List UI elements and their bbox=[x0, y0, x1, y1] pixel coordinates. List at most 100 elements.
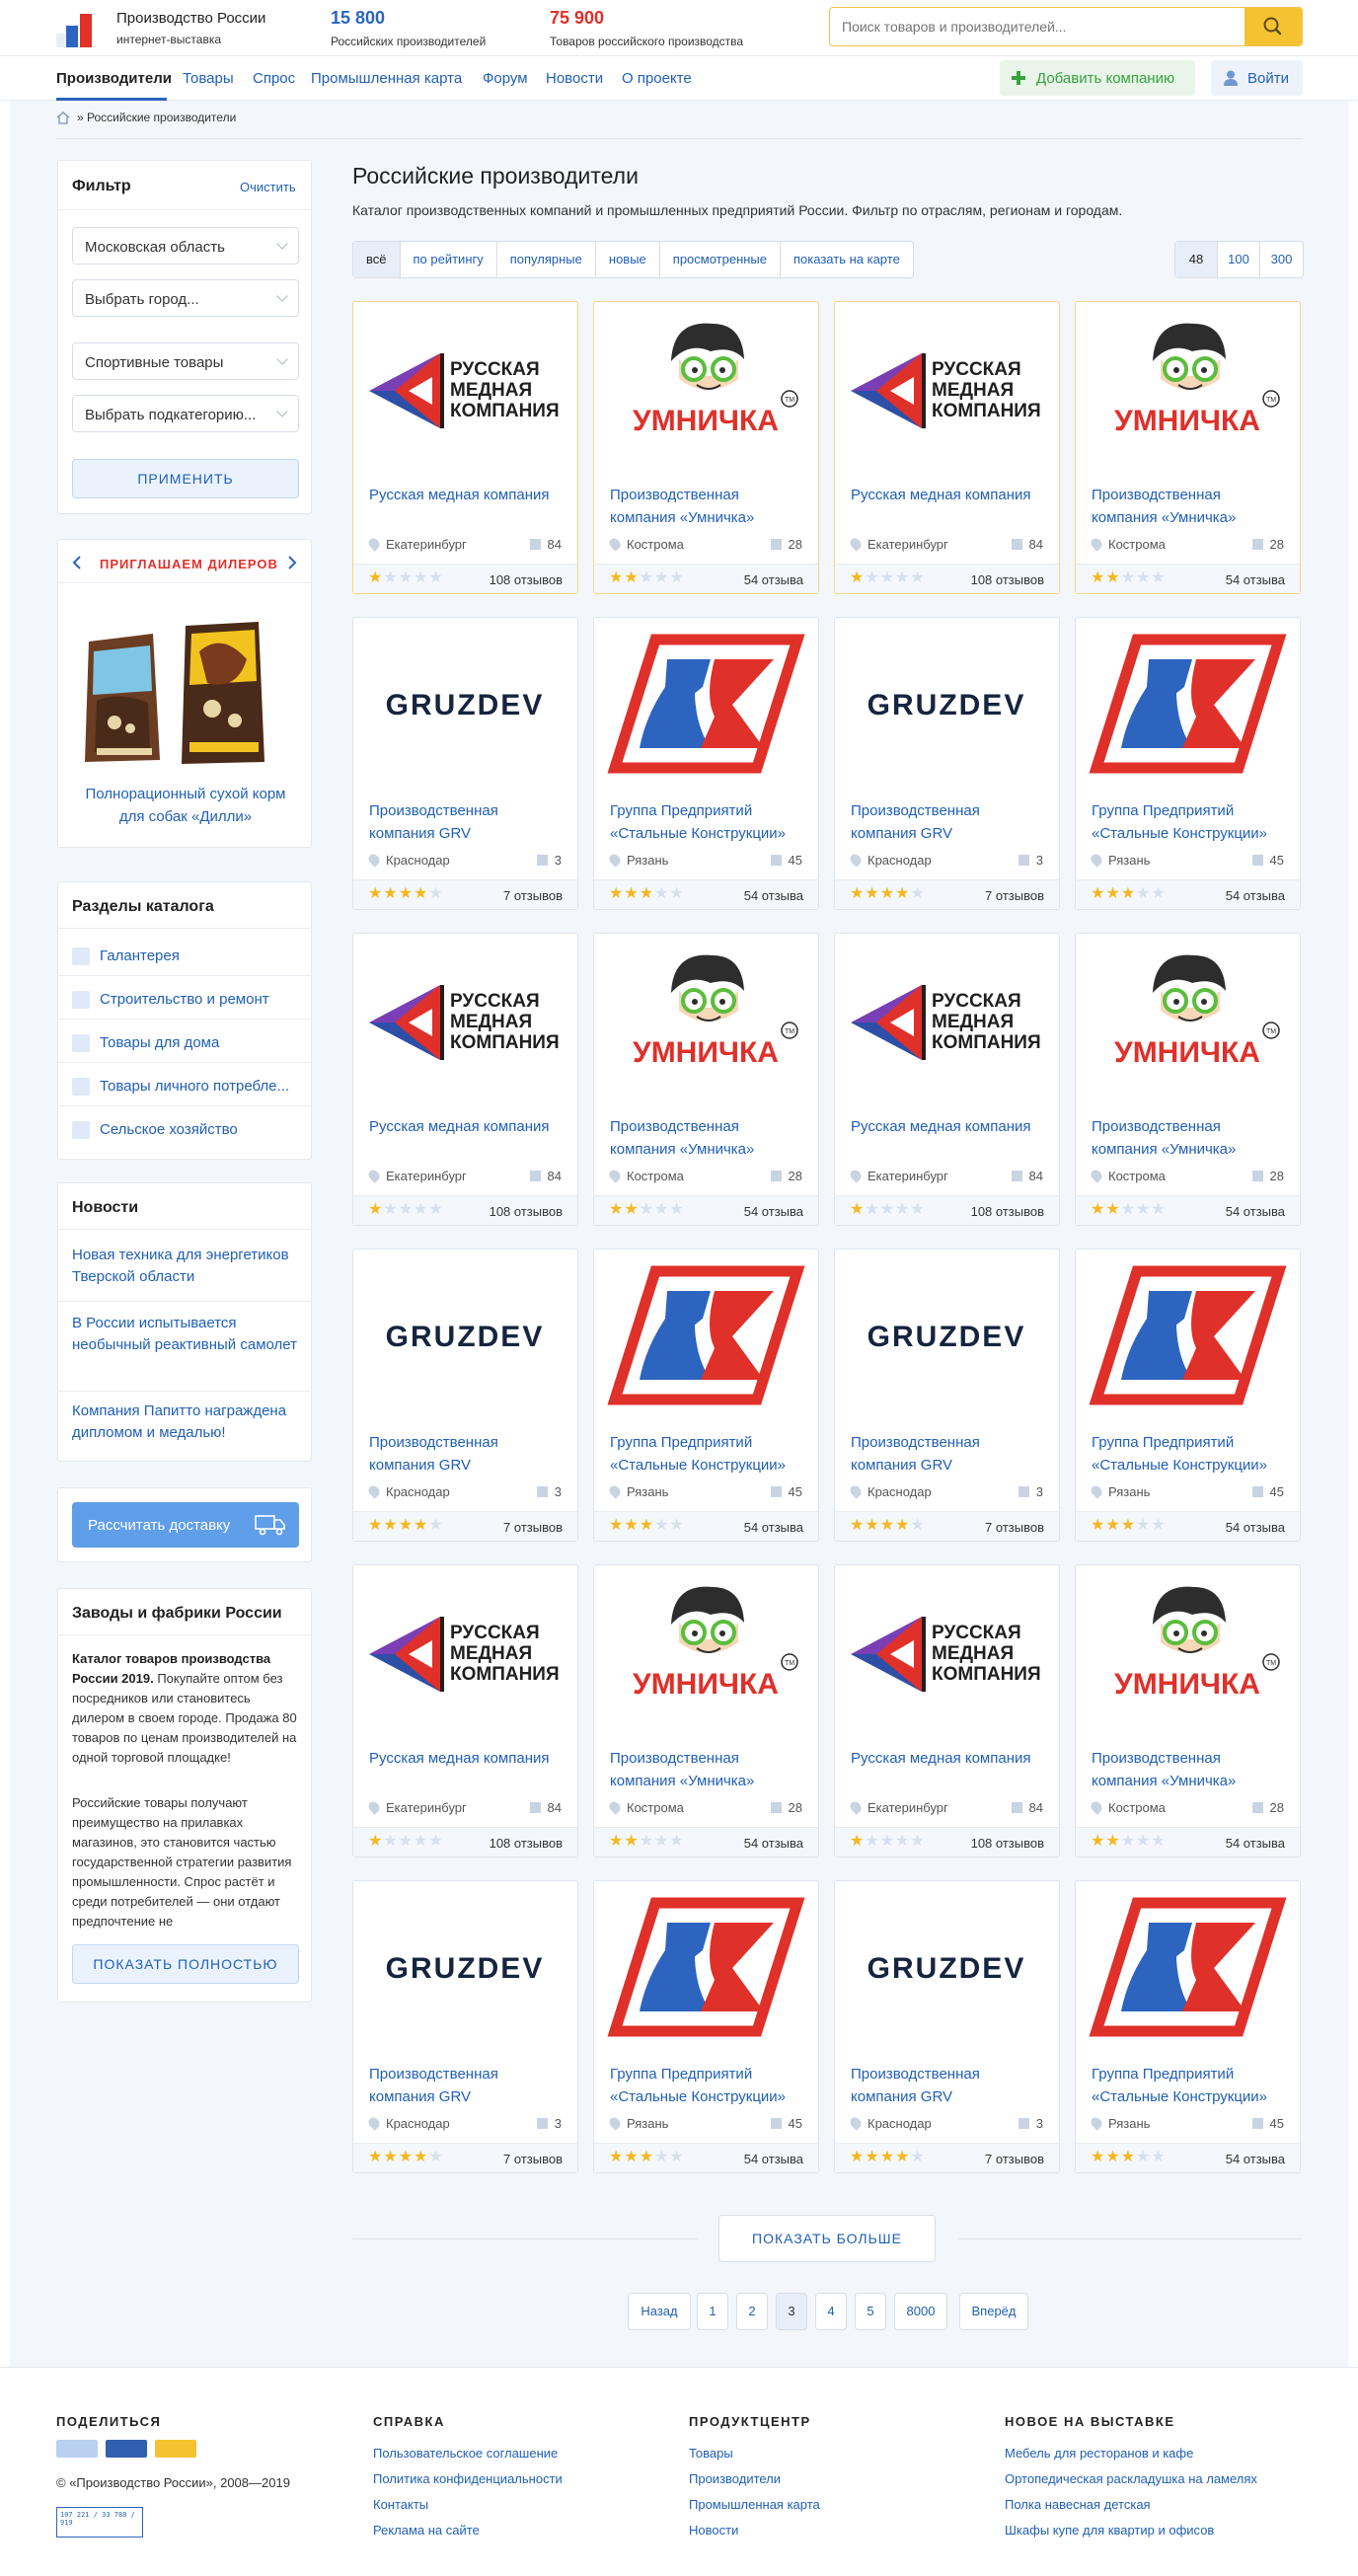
company-logo[interactable] bbox=[1076, 618, 1300, 791]
company-card[interactable]: Группа Предприятий «Стальные Конструкции… bbox=[593, 1249, 819, 1542]
company-reviews-link[interactable]: 7 отзывов bbox=[503, 888, 563, 903]
site-logo[interactable] bbox=[56, 8, 106, 47]
company-card[interactable]: УМНИЧКА TM Производственная компания «Умни… bbox=[1075, 1564, 1301, 1857]
company-card[interactable]: РУССКАЯ МЕДНАЯ КОМПАНИЯ Русская медная комп… bbox=[834, 1564, 1060, 1857]
nav-producers[interactable]: Производители bbox=[56, 70, 172, 87]
subcategory-select[interactable]: Выбрать подкатегорию... bbox=[72, 395, 299, 432]
nav-news[interactable]: Новости bbox=[546, 70, 603, 87]
company-reviews-link[interactable]: 108 отзывов bbox=[971, 1836, 1044, 1851]
company-reviews-link[interactable]: 54 отзыва bbox=[1226, 888, 1285, 903]
company-card[interactable]: Группа Предприятий «Стальные Конструкции… bbox=[593, 1880, 819, 2173]
footer-link[interactable]: Контакты bbox=[373, 2497, 428, 2512]
tab-popular[interactable]: популярные bbox=[497, 242, 596, 277]
region-select[interactable]: Московская область bbox=[72, 227, 299, 265]
footer-link[interactable]: Полка навесная детская bbox=[1005, 2497, 1151, 2512]
company-name-link[interactable]: Производственная компания GRV bbox=[369, 1431, 566, 1477]
company-card[interactable]: GRUZDEV Производственная компания GRV Крас… bbox=[352, 1880, 578, 2173]
show-full-button[interactable]: ПОКАЗАТЬ ПОЛНОСТЬЮ bbox=[72, 1944, 299, 1984]
company-card[interactable]: GRUZDEV Производственная компания GRV Крас… bbox=[834, 1880, 1060, 2173]
company-logo[interactable]: УМНИЧКА TM bbox=[1076, 1565, 1300, 1738]
per-page-48[interactable]: 48 bbox=[1175, 242, 1218, 277]
nav-industrial-map[interactable]: Промышленная карта bbox=[311, 70, 462, 87]
footer-link[interactable]: Пользовательское соглашение bbox=[373, 2446, 558, 2461]
pagination-next[interactable]: Вперёд bbox=[959, 2293, 1028, 2330]
company-reviews-link[interactable]: 54 отзыва bbox=[1226, 572, 1285, 587]
company-reviews-link[interactable]: 7 отзывов bbox=[985, 1520, 1044, 1535]
company-name-link[interactable]: Производственная компания «Умничка» bbox=[1092, 484, 1289, 529]
company-logo[interactable]: УМНИЧКА TM bbox=[594, 1565, 818, 1738]
pagination-page[interactable]: 5 bbox=[855, 2293, 886, 2330]
dealer-product-link[interactable]: Полнорационный сухой корм для собак «Дил… bbox=[72, 783, 299, 828]
search-input[interactable] bbox=[830, 8, 1245, 45]
pagination-page[interactable]: 1 bbox=[697, 2293, 728, 2330]
company-name-link[interactable]: Русская медная компания bbox=[369, 484, 566, 506]
company-reviews-link[interactable]: 7 отзывов bbox=[503, 1520, 563, 1535]
company-logo[interactable]: GRUZDEV bbox=[353, 618, 577, 791]
company-name-link[interactable]: Группа Предприятий «Стальные Конструкции… bbox=[610, 799, 807, 845]
company-name-link[interactable]: Производственная компания GRV bbox=[369, 2063, 566, 2108]
footer-link[interactable]: Производители bbox=[689, 2471, 781, 2486]
company-card[interactable]: УМНИЧКА TM Производственная компания «Умни… bbox=[593, 1564, 819, 1857]
company-reviews-link[interactable]: 54 отзыва bbox=[1226, 2152, 1285, 2166]
company-card[interactable]: УМНИЧКА TM Производственная компания «Умни… bbox=[593, 301, 819, 594]
checkbox[interactable] bbox=[72, 1034, 90, 1052]
footer-link[interactable]: Новости bbox=[689, 2523, 738, 2538]
company-reviews-link[interactable]: 54 отзыва bbox=[744, 888, 803, 903]
home-icon[interactable] bbox=[56, 112, 70, 124]
company-card[interactable]: РУССКАЯ МЕДНАЯ КОМПАНИЯ Русская медная комп… bbox=[834, 301, 1060, 594]
company-reviews-link[interactable]: 54 отзыва bbox=[1226, 1836, 1285, 1851]
pagination-page[interactable]: 8000 bbox=[894, 2293, 947, 2330]
company-logo[interactable]: GRUZDEV bbox=[835, 618, 1059, 791]
company-reviews-link[interactable]: 108 отзывов bbox=[490, 1836, 563, 1851]
company-reviews-link[interactable]: 54 отзыва bbox=[744, 1204, 803, 1219]
company-logo[interactable]: УМНИЧКА TM bbox=[594, 302, 818, 475]
company-card[interactable]: УМНИЧКА TM Производственная компания «Умни… bbox=[593, 933, 819, 1226]
nav-demand[interactable]: Спрос bbox=[253, 70, 295, 87]
pagination-page[interactable]: 2 bbox=[736, 2293, 768, 2330]
footer-link[interactable]: Политика конфиденциальности bbox=[373, 2471, 563, 2486]
company-name-link[interactable]: Производственная компания «Умничка» bbox=[610, 1115, 807, 1161]
company-card[interactable]: РУССКАЯ МЕДНАЯ КОМПАНИЯ Русская медная комп… bbox=[352, 933, 578, 1226]
footer-link[interactable]: Ортопедическая раскладушка на ламелях bbox=[1005, 2471, 1257, 2486]
checkbox[interactable] bbox=[72, 1121, 90, 1139]
company-reviews-link[interactable]: 108 отзывов bbox=[971, 572, 1044, 587]
tab-rating[interactable]: по рейтингу bbox=[401, 242, 497, 277]
company-logo[interactable]: РУССКАЯ МЕДНАЯ КОМПАНИЯ bbox=[353, 1565, 577, 1738]
company-reviews-link[interactable]: 54 отзыва bbox=[744, 572, 803, 587]
pagination-prev[interactable]: Назад bbox=[628, 2293, 691, 2330]
company-logo[interactable]: УМНИЧКА TM bbox=[1076, 934, 1300, 1106]
company-reviews-link[interactable]: 54 отзыва bbox=[744, 2152, 803, 2166]
site-name[interactable]: Производство России bbox=[116, 10, 265, 27]
catalog-item-construction[interactable]: Строительство и ремонт bbox=[72, 991, 269, 1009]
search-button[interactable] bbox=[1245, 8, 1302, 45]
chevron-left-icon[interactable] bbox=[72, 556, 82, 569]
company-name-link[interactable]: Группа Предприятий «Стальные Конструкции… bbox=[610, 1431, 807, 1477]
company-name-link[interactable]: Производственная компания GRV bbox=[851, 2063, 1048, 2108]
catalog-item-personal[interactable]: Товары личного потребле... bbox=[72, 1078, 289, 1096]
company-name-link[interactable]: Группа Предприятий «Стальные Конструкции… bbox=[1092, 2063, 1289, 2108]
company-reviews-link[interactable]: 108 отзывов bbox=[490, 1204, 563, 1219]
company-card[interactable]: Группа Предприятий «Стальные Конструкции… bbox=[593, 617, 819, 910]
company-card[interactable]: GRUZDEV Производственная компания GRV Крас… bbox=[352, 617, 578, 910]
visit-counter[interactable]: 107 221 / 33 788 / 919 bbox=[56, 2507, 143, 2538]
pagination-page[interactable]: 4 bbox=[815, 2293, 847, 2330]
company-logo[interactable]: УМНИЧКА TM bbox=[1076, 302, 1300, 475]
company-logo[interactable]: РУССКАЯ МЕДНАЯ КОМПАНИЯ bbox=[835, 1565, 1059, 1738]
company-logo[interactable] bbox=[1076, 1250, 1300, 1422]
company-card[interactable]: РУССКАЯ МЕДНАЯ КОМПАНИЯ Русская медная комп… bbox=[352, 301, 578, 594]
company-reviews-link[interactable]: 108 отзывов bbox=[971, 1204, 1044, 1219]
city-select[interactable]: Выбрать город... bbox=[72, 279, 299, 317]
company-logo[interactable]: РУССКАЯ МЕДНАЯ КОМПАНИЯ bbox=[835, 934, 1059, 1106]
company-name-link[interactable]: Группа Предприятий «Стальные Конструкции… bbox=[610, 2063, 807, 2108]
footer-link[interactable]: Товары bbox=[689, 2446, 733, 2461]
company-name-link[interactable]: Группа Предприятий «Стальные Конструкции… bbox=[1092, 1431, 1289, 1477]
per-page-300[interactable]: 300 bbox=[1260, 242, 1303, 277]
apply-filter-button[interactable]: ПРИМЕНИТЬ bbox=[72, 459, 299, 498]
company-name-link[interactable]: Русская медная компания bbox=[369, 1115, 566, 1138]
company-logo[interactable]: РУССКАЯ МЕДНАЯ КОМПАНИЯ bbox=[353, 302, 577, 475]
tab-map[interactable]: показать на карте bbox=[781, 242, 913, 277]
catalog-item-home[interactable]: Товары для дома bbox=[72, 1034, 219, 1052]
news-item[interactable]: Компания Папитто награждена дипломом и м… bbox=[72, 1401, 307, 1444]
company-name-link[interactable]: Производственная компания «Умничка» bbox=[1092, 1747, 1289, 1792]
company-logo[interactable]: GRUZDEV bbox=[353, 1250, 577, 1422]
